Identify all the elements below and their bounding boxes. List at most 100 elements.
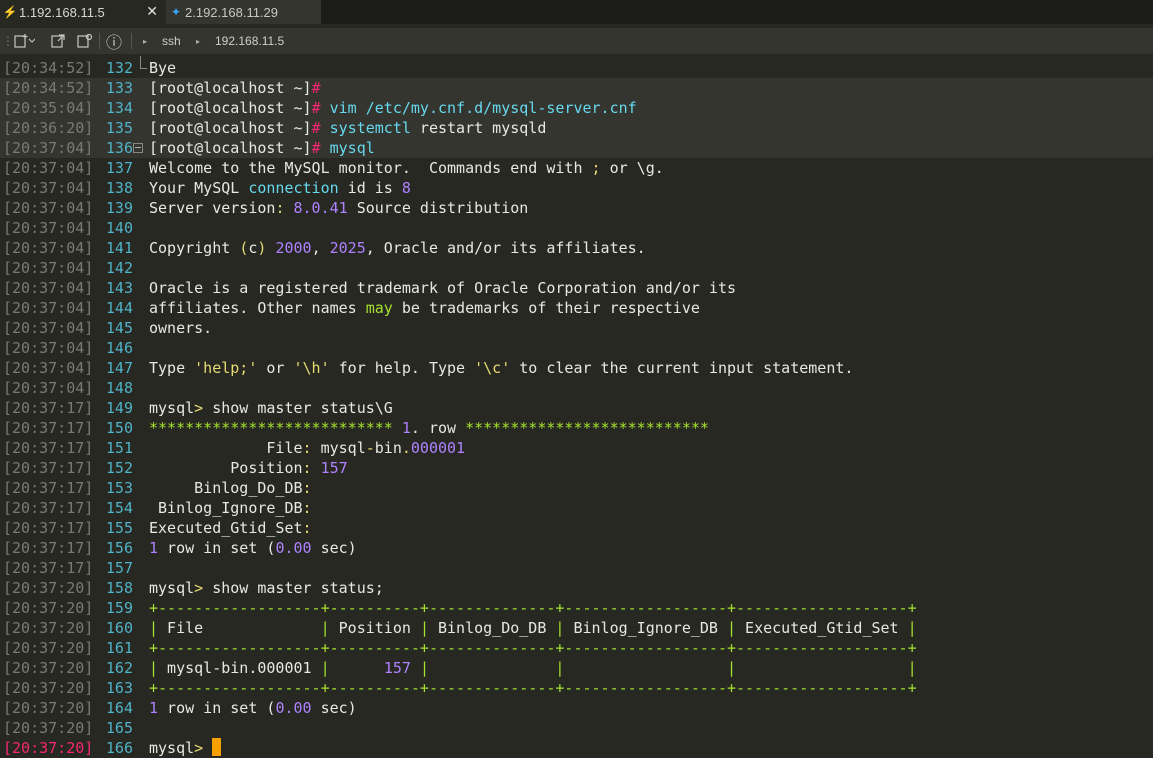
line-number: 133 (105, 79, 133, 97)
open-new-window-icon[interactable] (50, 31, 68, 51)
terminal-line: [20:37:04] 148 (0, 378, 1153, 398)
timestamp: [20:37:20] (3, 639, 94, 657)
timestamp: [20:37:04] (3, 339, 94, 357)
line-number: 151 (105, 439, 133, 457)
timestamp: [20:37:04] (3, 239, 94, 257)
line-number: 165 (105, 719, 133, 737)
prompt-symbol: # (311, 79, 321, 97)
terminal-line: [20:37:17] 155 Executed_Gtid_Set: (0, 518, 1153, 538)
timestamp: [20:37:17] (3, 559, 94, 577)
command: vim /etc/my.cnf.d/mysql-server.cnf (320, 99, 637, 117)
text-cursor (212, 738, 222, 756)
timestamp: [20:37:17] (3, 479, 94, 497)
breadcrumb-protocol[interactable]: ssh (162, 31, 181, 51)
terminal-line: [20:37:04] 145 owners. (0, 318, 1153, 338)
line-number: 158 (105, 579, 133, 597)
timestamp: [20:37:17] (3, 419, 94, 437)
line-text: [root@localhost ~]# systemctl restart my… (149, 118, 546, 138)
timestamp: [20:37:04] (3, 199, 94, 217)
line-text: [root@localhost ~]# vim /etc/my.cnf.d/my… (149, 98, 637, 118)
line-text: owners. (149, 319, 213, 337)
line-number: 135 (105, 119, 133, 137)
line-text: Copyright (c) 2000, 2025, Oracle and/or … (149, 239, 646, 257)
line-text: Server version: 8.0.41 Source distributi… (149, 199, 529, 217)
terminal-line: [20:37:04] 146 (0, 338, 1153, 358)
new-session-icon[interactable] (13, 31, 35, 51)
timestamp: [20:37:20] (3, 579, 94, 597)
command-args: restart mysqld (410, 119, 547, 137)
breadcrumb-host[interactable]: 192.168.11.5 (215, 31, 284, 51)
shell-prompt: [root@localhost ~] (149, 79, 312, 97)
tab-session-2[interactable]: ✦ 2.192.168.11.29 (166, 0, 321, 24)
timestamp: [20:37:04] (3, 259, 94, 277)
tab-label: 2.192.168.11.29 (185, 4, 279, 20)
terminal-line: [20:37:04] 147 Type 'help;' or '\h' for he… (0, 358, 1153, 378)
timestamp: [20:37:04] (3, 179, 94, 197)
fold-toggle-icon[interactable] (133, 143, 143, 153)
line-number: 155 (105, 519, 133, 537)
terminal-line: [20:37:04] 142 (0, 258, 1153, 278)
line-number: 136 (105, 139, 133, 157)
line-number: 156 (105, 539, 133, 557)
line-number: 142 (105, 259, 133, 277)
timestamp: [20:37:17] (3, 439, 94, 457)
terminal-line: [20:34:52] 132 Bye (0, 56, 1153, 78)
tab-label: 1.192.168.11.5 (19, 4, 105, 20)
terminal-line: [20:37:04] 141 Copyright (c) 2000, 2025, O… (0, 238, 1153, 258)
terminal-line: [20:37:17] 157 (0, 558, 1153, 578)
terminal-line: [20:37:04] 144 affiliates. Other names may… (0, 298, 1153, 318)
terminal-line: [20:37:20] 158 mysql> show master status; (0, 578, 1153, 598)
line-text: mysql> show master status\G (149, 399, 393, 417)
terminal-line: [20:37:20] 162 | mysql-bin.000001 | 157 | … (0, 658, 1153, 678)
line-text: 1 row in set (0.00 sec) (149, 699, 357, 717)
terminal-line: [20:34:52] 133 [root@localhost ~]# (0, 78, 1153, 98)
timestamp: [20:37:04] (3, 319, 94, 337)
shell-prompt: [root@localhost ~] (149, 139, 312, 157)
terminal-line: [20:37:20] 160 | File | Position | Binlog_… (0, 618, 1153, 638)
toolbar: ⋮ ⓘ ▸ ssh ▸ 192.168.11.5 (0, 28, 1153, 54)
line-number: 141 (105, 239, 133, 257)
line-text: Your MySQL connection id is 8 (149, 179, 411, 197)
chevron-right-icon: ▸ (196, 36, 201, 46)
prompt-symbol: # (311, 119, 321, 137)
line-number: 152 (105, 459, 133, 477)
line-number: 132 (105, 59, 133, 77)
timestamp: [20:37:20] (3, 679, 94, 697)
line-number: 149 (105, 399, 133, 417)
lightning-icon: ⚡ (2, 5, 18, 19)
tab-bar: ⚡ 1.192.168.11.5 ✕ ✦ 2.192.168.11.29 (0, 0, 1153, 24)
terminal-line: [20:36:20] 135 [root@localhost ~]# systemc… (0, 118, 1153, 138)
line-number: 143 (105, 279, 133, 297)
line-number: 144 (105, 299, 133, 317)
timestamp: [20:37:20] (3, 619, 94, 637)
timestamp: [20:37:20] (3, 699, 94, 717)
timestamp: [20:37:20] (3, 719, 94, 737)
toolbar-divider (99, 33, 100, 49)
line-number: 157 (105, 559, 133, 577)
timestamp: [20:37:17] (3, 459, 94, 477)
terminal-line: [20:37:17] 149 mysql> show master status\G (0, 398, 1153, 418)
timestamp: [20:37:17] (3, 399, 94, 417)
info-icon[interactable]: ⓘ (106, 31, 122, 52)
terminal-line: [20:37:04] 139 Server version: 8.0.41 Sour… (0, 198, 1153, 218)
line-text: | File | Position | Binlog_Do_DB | Binlo… (149, 619, 917, 637)
terminal-output[interactable]: [20:34:52] 132 Bye [20:34:52] 133 [root@local… (0, 56, 1153, 757)
close-icon[interactable]: ✕ (146, 3, 158, 20)
terminal-line: [20:37:20] 166 mysql> (0, 738, 1153, 758)
line-text: File: mysql-bin.000001 (149, 439, 466, 457)
session-settings-icon[interactable] (76, 31, 94, 51)
line-number: 153 (105, 479, 133, 497)
tab-session-1[interactable]: ⚡ 1.192.168.11.5 ✕ (0, 0, 166, 24)
line-number: 160 (105, 619, 133, 637)
line-number: 140 (105, 219, 133, 237)
terminal-line: [20:37:17] 150 ***************************… (0, 418, 1153, 438)
line-number: 148 (105, 379, 133, 397)
line-number: 159 (105, 599, 133, 617)
prompt-symbol: # (311, 139, 321, 157)
terminal-line: [20:37:20] 159 +------------------+-------… (0, 598, 1153, 618)
command: mysql (320, 139, 375, 157)
line-number: 166 (105, 739, 133, 757)
terminal-line: [20:37:20] 165 (0, 718, 1153, 738)
line-text: 1 row in set (0.00 sec) (149, 539, 357, 557)
timestamp: [20:37:04] (3, 299, 94, 317)
